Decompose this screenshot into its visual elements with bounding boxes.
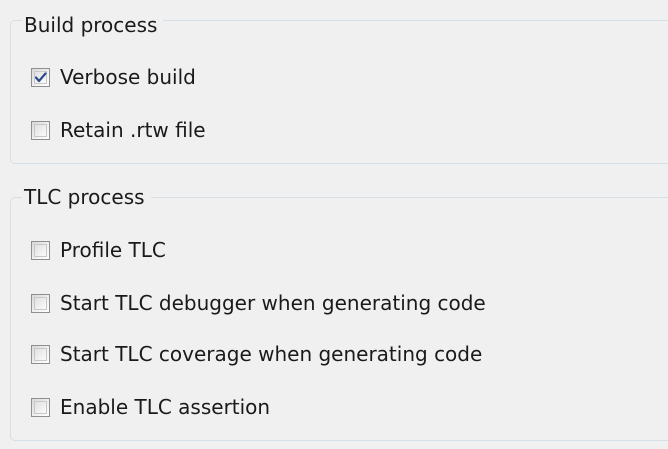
enable-tlc-assertion-label: Enable TLC assertion (60, 395, 271, 419)
profile-tlc-label: Profile TLC (60, 238, 166, 262)
enable-tlc-assertion-checkbox[interactable]: Enable TLC assertion (31, 394, 270, 420)
checkmark-icon (34, 71, 47, 82)
checkbox-unchecked-icon[interactable] (31, 344, 50, 364)
retain-rtw-file-checkbox[interactable]: Retain .rtw file (31, 117, 206, 143)
checkbox-checked-icon[interactable] (31, 67, 50, 87)
start-tlc-coverage-label: Start TLC coverage when generating code (60, 342, 483, 366)
start-tlc-debugger-checkbox[interactable]: Start TLC debugger when generating code (31, 290, 486, 316)
checkbox-unchecked-icon[interactable] (31, 120, 50, 140)
checkbox-unchecked-icon[interactable] (31, 397, 50, 417)
start-tlc-debugger-label: Start TLC debugger when generating code (60, 291, 486, 315)
verbose-build-label: Verbose build (60, 65, 196, 89)
tlc-process-title: TLC process (22, 185, 151, 209)
build-process-title: Build process (22, 13, 164, 37)
start-tlc-coverage-checkbox[interactable]: Start TLC coverage when generating code (31, 341, 482, 367)
verbose-build-checkbox[interactable]: Verbose build (31, 64, 196, 90)
checkbox-unchecked-icon[interactable] (31, 240, 50, 260)
checkbox-unchecked-icon[interactable] (31, 293, 50, 313)
retain-rtw-file-label: Retain .rtw file (60, 118, 206, 142)
profile-tlc-checkbox[interactable]: Profile TLC (31, 237, 166, 263)
